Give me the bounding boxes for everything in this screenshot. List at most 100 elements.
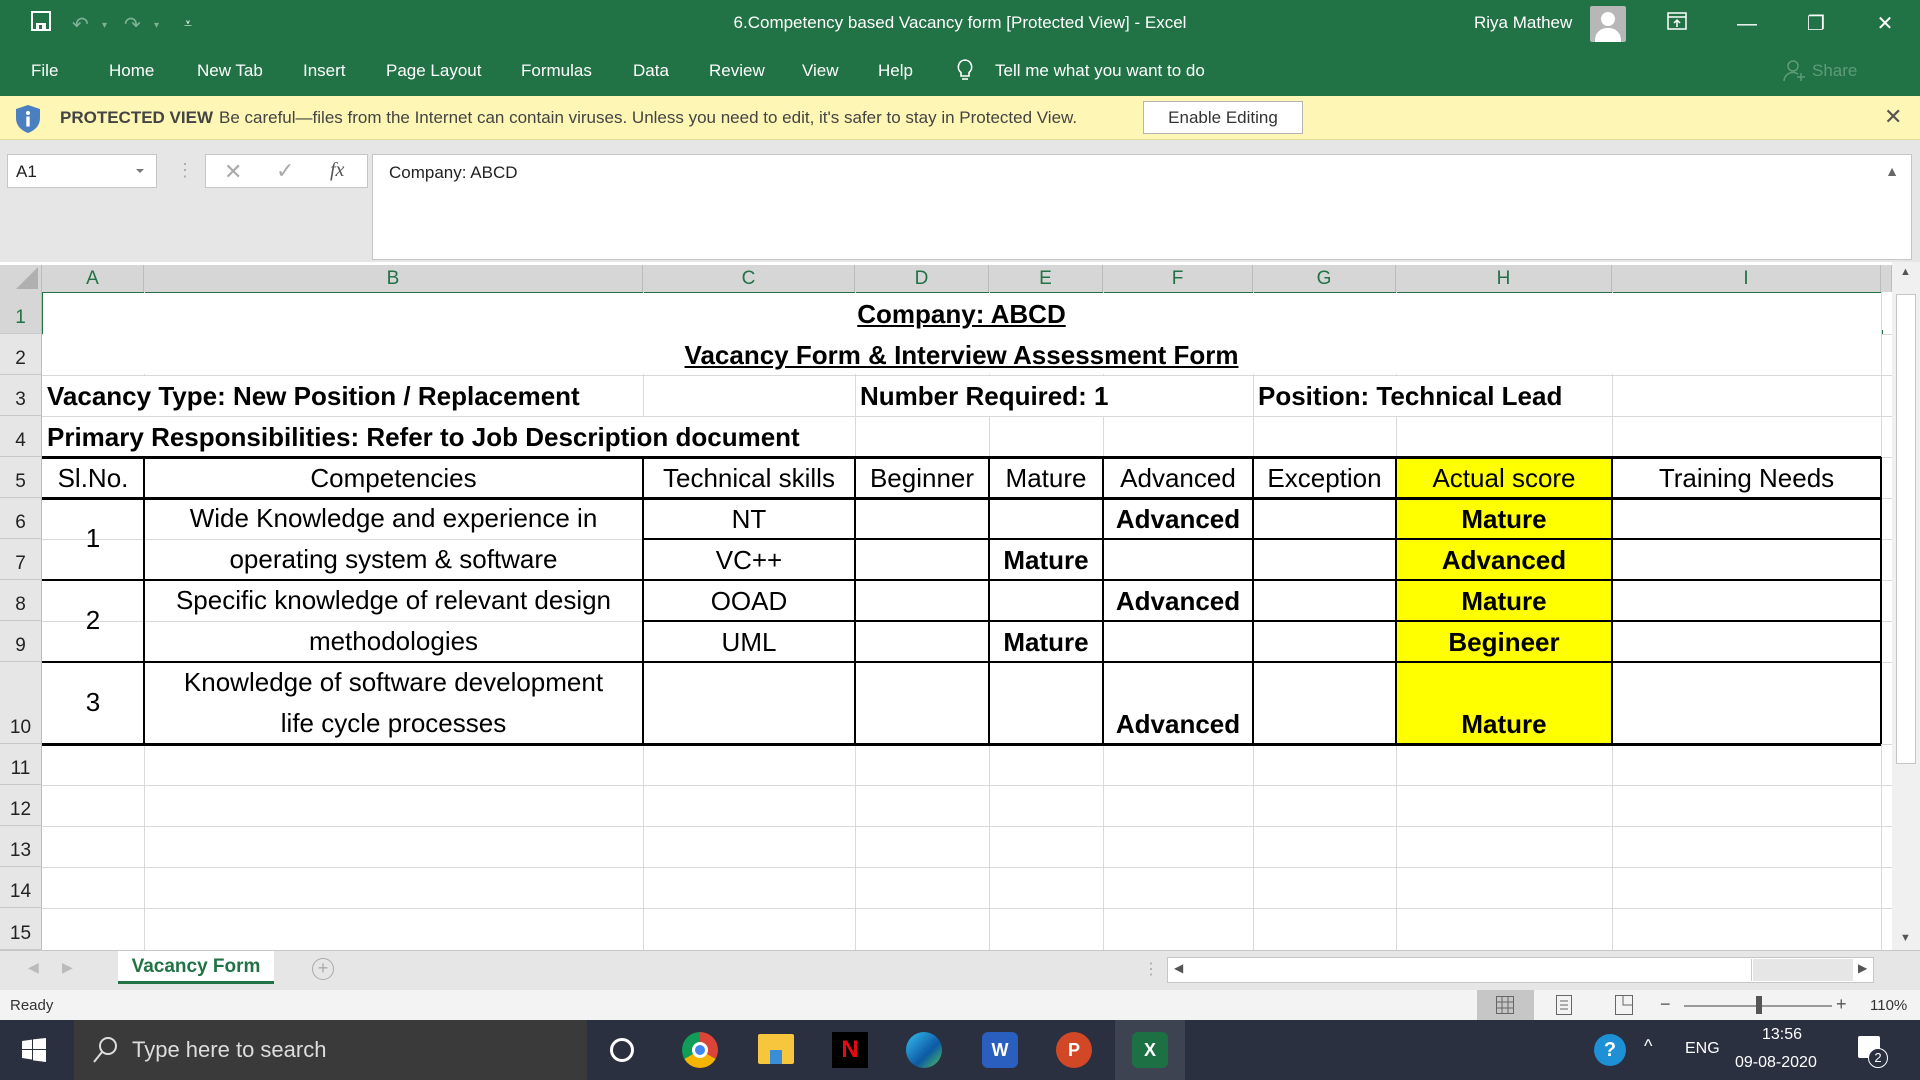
page-layout-view-icon[interactable] [1556, 995, 1572, 1019]
sheet-tab-vacancy-form[interactable]: Vacancy Form [118, 951, 274, 984]
split-grip-icon[interactable]: ⋮ [1143, 959, 1159, 979]
skill-cell[interactable] [643, 662, 855, 744]
skill-cell[interactable]: VC++ [643, 539, 855, 580]
check-icon[interactable]: ✓ [276, 158, 294, 184]
actual-score-cell[interactable]: Mature [1396, 662, 1612, 744]
tab-page-layout[interactable]: Page Layout [386, 61, 481, 81]
scroll-up-icon[interactable]: ▲ [1900, 266, 1911, 278]
row-header-9[interactable]: 9 [0, 621, 42, 662]
advanced-cell[interactable] [1103, 539, 1253, 580]
insert-function-icon[interactable]: fx [330, 159, 344, 182]
competency-cell[interactable]: Wide Knowledge and experience in operatin… [144, 498, 643, 580]
row-header-15[interactable]: 15 [0, 908, 42, 950]
row-header-12[interactable]: 12 [0, 785, 42, 826]
tab-home[interactable]: Home [109, 61, 154, 81]
row-header-7[interactable]: 7 [0, 539, 42, 580]
actual-score-cell[interactable]: Advanced [1396, 539, 1612, 580]
cell-responsibilities[interactable]: Primary Responsibilities: Refer to Job D… [42, 416, 855, 457]
name-box[interactable]: A1 [7, 154, 157, 188]
column-header-e[interactable]: E [989, 265, 1103, 292]
column-header-g[interactable]: G [1253, 265, 1396, 292]
advanced-cell[interactable]: Advanced [1103, 580, 1253, 621]
cell-company[interactable]: Company: ABCD [42, 292, 1881, 334]
close-icon[interactable]: ✕ [1884, 104, 1902, 130]
select-all-corner[interactable] [0, 265, 42, 292]
help-icon[interactable]: ? [1594, 1034, 1626, 1066]
collapse-formula-bar-icon[interactable]: ▲ [1885, 163, 1899, 179]
share-button[interactable]: Share [1812, 61, 1857, 81]
word-icon[interactable]: W [982, 1032, 1018, 1068]
horizontal-scrollbar[interactable]: ◀ ▶ [1167, 957, 1874, 983]
column-header-f[interactable]: F [1103, 265, 1253, 292]
actual-score-cell[interactable]: Mature [1396, 498, 1612, 539]
mature-cell[interactable] [989, 580, 1103, 621]
scroll-down-icon[interactable]: ▼ [1900, 932, 1911, 944]
hscroll-track[interactable] [1753, 959, 1853, 981]
row-header-5[interactable]: 5 [0, 457, 42, 498]
table-header-training-needs[interactable]: Training Needs [1612, 457, 1881, 498]
tab-new-tab[interactable]: New Tab [197, 61, 263, 81]
language-indicator[interactable]: ENG [1685, 1040, 1720, 1058]
advanced-cell[interactable]: Advanced [1103, 498, 1253, 539]
tab-data[interactable]: Data [633, 61, 669, 81]
skill-cell[interactable]: UML [643, 621, 855, 662]
training-needs-cell[interactable] [1612, 580, 1881, 621]
prev-sheet-icon[interactable]: ◀ [28, 959, 39, 976]
page-break-view-icon[interactable] [1615, 995, 1633, 1019]
tab-help[interactable]: Help [878, 61, 913, 81]
clock-time[interactable]: 13:56 [1762, 1026, 1802, 1044]
tell-me-search[interactable]: Tell me what you want to do [995, 61, 1205, 81]
add-sheet-icon[interactable]: + [312, 958, 334, 980]
restore-icon[interactable]: ❐ [1793, 8, 1839, 40]
clock-date[interactable]: 09-08-2020 [1735, 1054, 1817, 1072]
table-header-competencies[interactable]: Competencies [144, 457, 643, 498]
scroll-thumb[interactable] [1896, 294, 1916, 764]
netflix-icon[interactable]: N [832, 1032, 868, 1068]
vertical-scrollbar[interactable]: ▲ ▼ [1892, 262, 1920, 950]
sl-no-cell[interactable]: 2 [42, 580, 144, 662]
exception-cell[interactable] [1253, 539, 1396, 580]
mature-cell[interactable] [989, 662, 1103, 744]
powerpoint-icon[interactable]: P [1056, 1032, 1092, 1068]
training-needs-cell[interactable] [1612, 539, 1881, 580]
beginner-cell[interactable] [855, 621, 989, 662]
exception-cell[interactable] [1253, 621, 1396, 662]
table-header-technical-skills[interactable]: Technical skills [643, 457, 855, 498]
row-header-8[interactable]: 8 [0, 580, 42, 621]
column-header-h[interactable]: H [1396, 265, 1612, 292]
zoom-out-icon[interactable]: − [1660, 994, 1671, 1015]
file-explorer-icon[interactable] [758, 1034, 794, 1064]
row-header-2[interactable]: 2 [0, 334, 42, 375]
edge-icon[interactable] [906, 1032, 942, 1068]
row-header-11[interactable]: 11 [0, 744, 42, 785]
mature-cell[interactable] [989, 498, 1103, 539]
avatar[interactable] [1590, 6, 1626, 42]
row-header-1[interactable]: 1 [0, 292, 42, 334]
column-header-a[interactable]: A [42, 265, 144, 292]
scroll-right-icon[interactable]: ▶ [1858, 961, 1867, 975]
beginner-cell[interactable] [855, 580, 989, 621]
row-header-14[interactable]: 14 [0, 867, 42, 908]
show-hidden-icons[interactable]: ^ [1644, 1036, 1652, 1057]
chevron-down-icon[interactable] [136, 169, 144, 173]
row-header-3[interactable]: 3 [0, 375, 42, 416]
windows-start-icon[interactable] [22, 1038, 46, 1067]
close-icon[interactable]: ✕ [1862, 8, 1908, 40]
excel-taskbar-active[interactable]: X [1115, 1020, 1185, 1080]
scroll-left-icon[interactable]: ◀ [1174, 961, 1183, 975]
mature-cell[interactable]: Mature [989, 539, 1103, 580]
tab-view[interactable]: View [802, 61, 839, 81]
tab-file[interactable]: File [31, 61, 58, 81]
normal-view-icon[interactable] [1477, 990, 1534, 1020]
tab-review[interactable]: Review [709, 61, 765, 81]
formula-bar-grip-icon[interactable]: ⋮ [176, 160, 194, 181]
mature-cell[interactable]: Mature [989, 621, 1103, 662]
cell-number-required[interactable]: Number Required: 1 [855, 375, 1253, 416]
column-header-c[interactable]: C [643, 265, 855, 292]
exception-cell[interactable] [1253, 662, 1396, 744]
beginner-cell[interactable] [855, 498, 989, 539]
cell-vacancy-type[interactable]: Vacancy Type: New Position / Replacement [42, 375, 643, 416]
table-header-actual-score[interactable]: Actual score [1396, 457, 1612, 498]
zoom-slider-thumb[interactable] [1756, 996, 1762, 1014]
column-header-i[interactable]: I [1612, 265, 1881, 292]
